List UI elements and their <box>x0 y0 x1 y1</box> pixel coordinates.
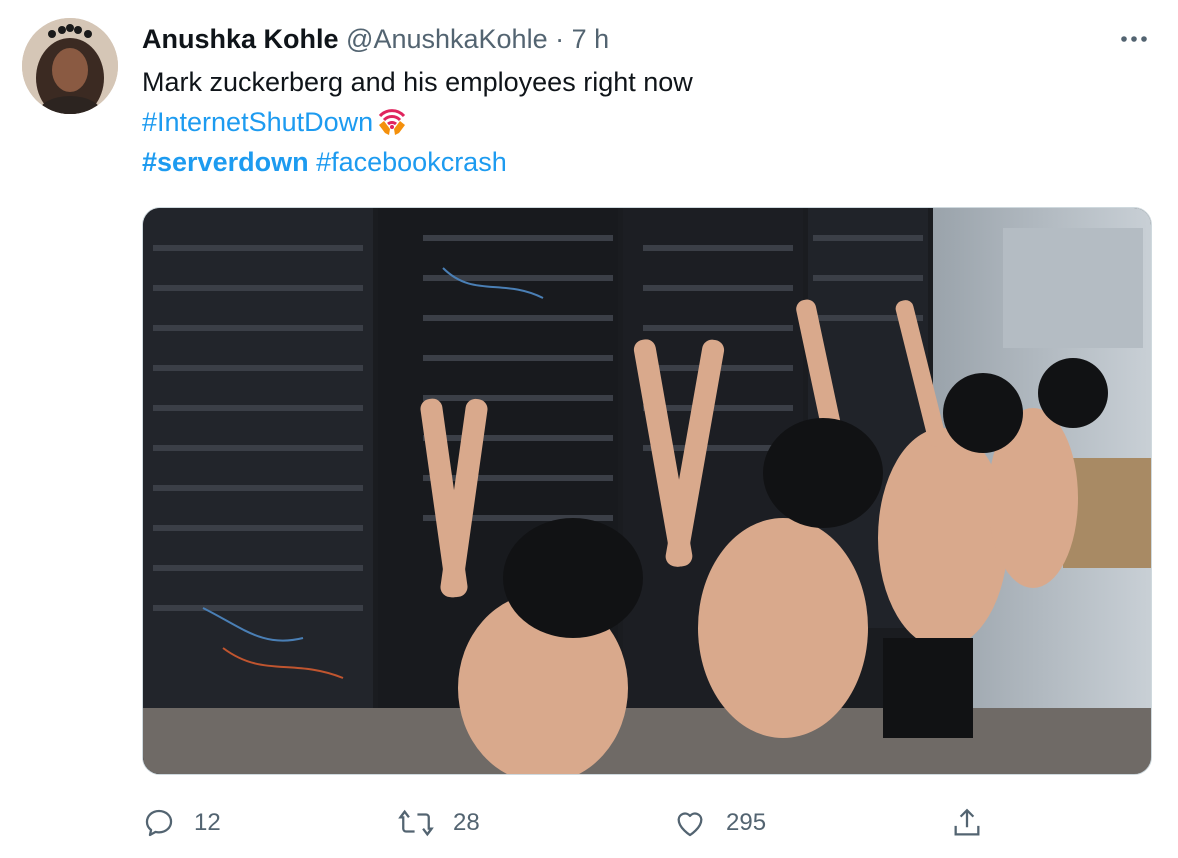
avatar[interactable] <box>22 18 118 114</box>
hashtag-serverdown[interactable]: #serverdown <box>142 147 309 177</box>
tweet-actions: 12 28 295 <box>142 800 1152 846</box>
more-icon[interactable] <box>1116 22 1152 56</box>
tweet-header: Anushka Kohle @AnushkaKohle · 7 h <box>142 22 609 56</box>
retweet-button[interactable]: 28 <box>397 800 480 846</box>
hashtag-internetshutdown[interactable]: #InternetShutDown <box>142 107 373 137</box>
reply-icon <box>142 806 176 840</box>
tweet-text: Mark zuckerberg and his employees right … <box>142 67 693 97</box>
like-icon <box>672 806 708 840</box>
share-button[interactable] <box>950 800 984 846</box>
share-icon <box>950 805 984 841</box>
user-handle[interactable]: @AnushkaKohle <box>346 24 548 54</box>
retweet-count: 28 <box>453 809 480 836</box>
tweet-text-line3: #serverdown #facebookcrash <box>142 142 507 182</box>
like-count: 295 <box>726 809 767 836</box>
tweet-media-image[interactable] <box>142 207 1152 775</box>
hashtag-facebookcrash[interactable]: #facebookcrash <box>316 147 507 177</box>
like-button[interactable]: 295 <box>672 800 766 846</box>
reply-button[interactable]: 12 <box>142 800 221 846</box>
reply-count: 12 <box>194 809 221 836</box>
display-name[interactable]: Anushka Kohle <box>142 24 339 54</box>
timestamp[interactable]: 7 h <box>572 24 610 54</box>
separator-dot: · <box>555 24 565 54</box>
retweet-icon <box>397 806 435 840</box>
